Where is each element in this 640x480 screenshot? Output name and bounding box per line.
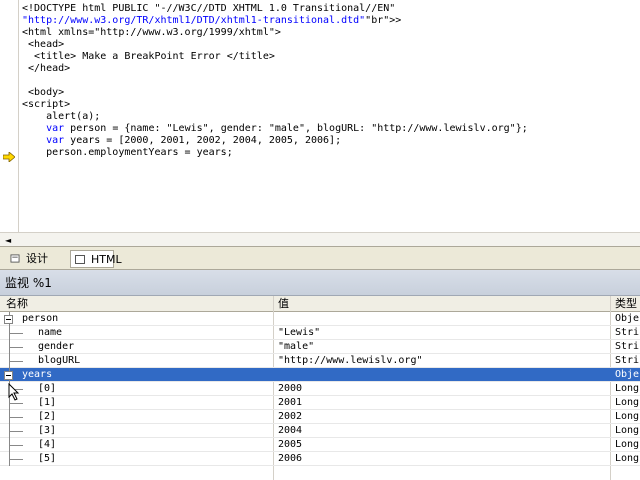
watch-name: name — [38, 327, 63, 338]
editor-gutter[interactable] — [0, 0, 19, 232]
code-line[interactable]: var person = {name: "Lewis", gender: "ma… — [22, 123, 528, 135]
tab-html-label: HTML — [91, 253, 122, 266]
watch-row[interactable]: [5] 2006 Long — [0, 452, 640, 466]
watch-value: 2004 — [278, 425, 303, 436]
tree-branch — [9, 403, 23, 404]
tab-html[interactable]: HTML — [70, 250, 122, 268]
tree-branch — [9, 417, 23, 418]
scroll-left-icon[interactable]: ◄ — [5, 236, 11, 245]
code-line[interactable] — [22, 75, 528, 87]
current-line-arrow-icon — [3, 152, 15, 162]
tree-branch — [9, 431, 23, 432]
design-icon — [10, 254, 20, 263]
watch-value: 2002 — [278, 411, 303, 422]
watch-name: person — [22, 313, 59, 324]
watch-row[interactable]: name "Lewis" Stri — [0, 326, 640, 340]
watch-value: 2001 — [278, 397, 303, 408]
watch-type: Stri — [615, 327, 640, 338]
code-line[interactable]: var years = [2000, 2001, 2002, 2004, 200… — [22, 135, 528, 147]
watch-name: gender — [38, 341, 75, 352]
code-line[interactable]: person.employmentYears = years; — [22, 147, 528, 159]
tree-branch — [9, 333, 23, 334]
watch-type: Long — [615, 453, 640, 464]
watch-type: Obje — [615, 313, 640, 324]
code-line[interactable]: alert(a); — [22, 111, 528, 123]
tree-branch — [9, 459, 23, 460]
code-editor[interactable]: <!DOCTYPE html PUBLIC "-//W3C//DTD XHTML… — [0, 0, 640, 246]
code-line[interactable]: <!DOCTYPE html PUBLIC "-//W3C//DTD XHTML… — [22, 3, 528, 15]
view-tabs: 设计 HTML — [0, 246, 640, 270]
collapse-icon[interactable] — [4, 371, 13, 380]
watch-panel-title: 监视 %1 — [0, 270, 640, 296]
watch-value: "http://www.lewislv.org" — [278, 355, 423, 366]
code-line[interactable]: </head> — [22, 63, 528, 75]
html-icon — [75, 255, 85, 264]
watch-rows: person Obje name "Lewis" Stri gender "male" Str… — [0, 312, 640, 466]
code-line[interactable]: "http://www.w3.org/TR/xhtml1/DTD/xhtml1-… — [22, 15, 528, 27]
code-line[interactable]: <body> — [22, 87, 528, 99]
watch-value: 2005 — [278, 439, 303, 450]
watch-row[interactable]: [4] 2005 Long — [0, 438, 640, 452]
watch-type: Long — [615, 411, 640, 422]
collapse-icon[interactable] — [4, 315, 13, 324]
watch-row[interactable]: [1] 2001 Long — [0, 396, 640, 410]
tree-branch — [9, 445, 23, 446]
watch-type: Stri — [615, 355, 640, 366]
watch-type: Obje — [615, 369, 640, 380]
horizontal-scrollbar[interactable]: ◄ — [0, 232, 640, 246]
watch-name: [4] — [38, 439, 57, 450]
code-line[interactable]: <script> — [22, 99, 528, 111]
tree-branch — [9, 361, 23, 362]
watch-row[interactable]: person Obje — [0, 312, 640, 326]
watch-value: "Lewis" — [278, 327, 321, 338]
watch-type: Long — [615, 439, 640, 450]
watch-type: Long — [615, 383, 640, 394]
code-text[interactable]: <!DOCTYPE html PUBLIC "-//W3C//DTD XHTML… — [22, 3, 528, 159]
tab-design[interactable]: 设计 — [6, 250, 72, 268]
tab-design-label: 设计 — [26, 252, 48, 265]
watch-panel: 监视 %1 名称 值 类型 person Obje name "Lewis" Stri g… — [0, 270, 640, 480]
watch-row[interactable]: [2] 2002 Long — [0, 410, 640, 424]
watch-type: Stri — [615, 341, 640, 352]
watch-name: [1] — [38, 397, 57, 408]
watch-row[interactable]: [3] 2004 Long — [0, 424, 640, 438]
mouse-cursor-icon — [8, 383, 20, 401]
column-value-header[interactable]: 值 — [278, 296, 289, 312]
watch-name: [5] — [38, 453, 57, 464]
watch-row[interactable]: blogURL "http://www.lewislv.org" Stri — [0, 354, 640, 368]
watch-name: [0] — [38, 383, 57, 394]
watch-type: Long — [615, 397, 640, 408]
watch-type: Long — [615, 425, 640, 436]
watch-name: blogURL — [38, 355, 81, 366]
watch-row[interactable]: [0] 2000 Long — [0, 382, 640, 396]
tree-branch — [9, 347, 23, 348]
column-type-header[interactable]: 类型 — [615, 296, 637, 312]
watch-value: 2000 — [278, 383, 303, 394]
watch-name: [3] — [38, 425, 57, 436]
code-line[interactable]: <title> Make a BreakPoint Error </title> — [22, 51, 528, 63]
watch-name: [2] — [38, 411, 57, 422]
watch-row[interactable]: years Obje — [0, 368, 640, 382]
watch-row[interactable]: gender "male" Stri — [0, 340, 640, 354]
watch-value: "male" — [278, 341, 315, 352]
code-line[interactable]: <head> — [22, 39, 528, 51]
watch-name: years — [22, 369, 53, 380]
code-line[interactable]: <html xmlns="http://www.w3.org/1999/xhtm… — [22, 27, 528, 39]
column-name-header[interactable]: 名称 — [6, 296, 28, 312]
watch-header: 名称 值 类型 — [0, 296, 640, 312]
watch-value: 2006 — [278, 453, 303, 464]
